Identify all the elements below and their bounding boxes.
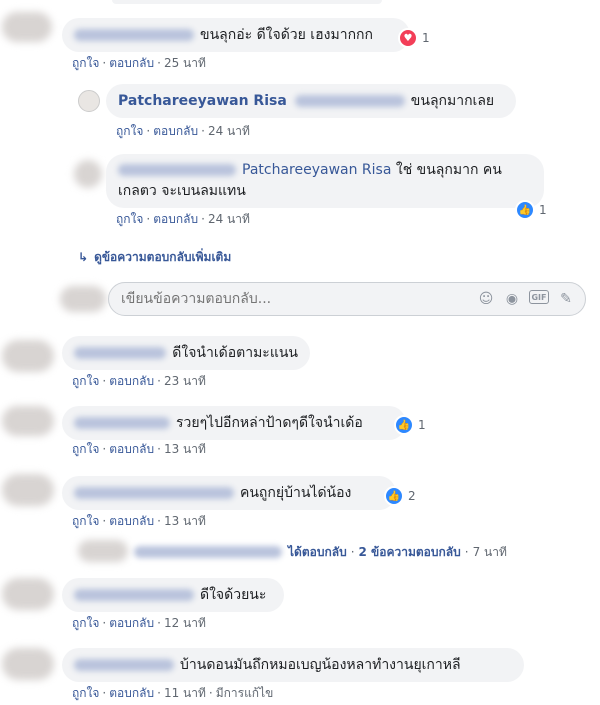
comment-actions: ถูกใจ · ตอบกลับ · 12 นาที xyxy=(72,616,206,630)
author-name[interactable]: Patchareeyawan Risa xyxy=(118,93,287,109)
avatar[interactable] xyxy=(78,540,128,562)
avatar[interactable] xyxy=(2,474,54,506)
emoji-icon[interactable]: ☺ xyxy=(477,290,495,308)
reply-arrow-icon: ↳ xyxy=(78,250,89,264)
like-link[interactable]: ถูกใจ xyxy=(116,124,143,138)
comment-text: ดีใจด้วยนะ xyxy=(200,587,267,603)
like-icon: 👍 xyxy=(394,415,414,435)
comment-actions: ถูกใจ · ตอบกลับ · 13 นาที xyxy=(72,514,206,528)
comment-text: รวยๆไปอีกหล่าป้าดๆดีใจนำเด้อ xyxy=(176,415,363,431)
reply-link[interactable]: ตอบกลับ xyxy=(109,442,154,456)
reply-bubble: Patchareeyawan Risa ขนลุกมากเลย xyxy=(106,84,516,118)
reaction-count[interactable]: 👍 1 xyxy=(515,200,547,220)
comment-actions: ถูกใจ · ตอบกลับ · 25 นาที xyxy=(72,56,206,70)
avatar[interactable] xyxy=(74,160,102,188)
avatar xyxy=(60,286,106,312)
timestamp[interactable]: 24 นาที xyxy=(208,212,250,226)
like-link[interactable]: ถูกใจ xyxy=(72,514,99,528)
like-link[interactable]: ถูกใจ xyxy=(72,686,99,700)
timestamp[interactable]: 24 นาที xyxy=(208,124,250,138)
comment-text: คนถูกยุ่บ้านได่น้อง xyxy=(240,485,352,501)
tagged-author[interactable]: Patchareeyawan Risa xyxy=(242,162,391,178)
camera-icon[interactable]: ◉ xyxy=(503,290,521,308)
reply-link[interactable]: ตอบกลับ xyxy=(153,124,198,138)
reply-link[interactable]: ตอบกลับ xyxy=(109,374,154,388)
reply-text: ใช่ ขนลุกมาก คน xyxy=(395,162,502,178)
reply-text: ขนลุกมากเลย xyxy=(410,93,495,109)
blurred-author-name[interactable] xyxy=(74,487,234,499)
love-icon: ♥ xyxy=(398,28,418,48)
reply-actions: ถูกใจ · ตอบกลับ · 24 นาที xyxy=(116,212,250,226)
reply-summary[interactable]: ได้ตอบกลับ · 2 ข้อความตอบกลับ · 7 นาที xyxy=(288,543,507,562)
reaction-count[interactable]: 👍 2 xyxy=(384,486,416,506)
gif-icon[interactable]: GIF xyxy=(529,290,549,304)
blurred-author-name[interactable] xyxy=(134,546,282,558)
reply-text-line2: เกลตว จะเบนลมแทน xyxy=(118,183,246,199)
reply-bubble: Patchareeyawan Risa ใช่ ขนลุกมาก คน เกลต… xyxy=(106,154,544,208)
reply-link[interactable]: ตอบกลับ xyxy=(109,686,154,700)
comment-bubble: ขนลุกอ่ะ ดีใจด้วย เฮงมากกก xyxy=(62,18,410,52)
avatar[interactable] xyxy=(2,340,54,372)
timestamp[interactable]: 12 นาที xyxy=(164,616,206,630)
comment-actions: ถูกใจ · ตอบกลับ · 13 นาที xyxy=(72,442,206,456)
previous-comment-bubble xyxy=(112,0,382,4)
comment-bubble: ดีใจด้วยนะ xyxy=(62,578,284,612)
timestamp[interactable]: 23 นาที xyxy=(164,374,206,388)
reply-link[interactable]: ตอบกลับ xyxy=(109,514,154,528)
comment-text: ขนลุกอ่ะ ดีใจด้วย เฮงมากกก xyxy=(200,27,373,43)
sticker-icon[interactable]: ✎ xyxy=(557,290,575,308)
avatar[interactable] xyxy=(78,90,100,112)
comment-bubble: บ้านดอนมันถึกหมอเบญน้องหลาทำงานยุเกาหลี xyxy=(62,648,524,682)
avatar[interactable] xyxy=(2,578,54,610)
blurred-tag[interactable] xyxy=(294,95,405,107)
more-replies-link[interactable]: ↳ ดูข้อความตอบกลับเพิ่มเติม xyxy=(78,248,231,267)
like-icon: 👍 xyxy=(515,200,535,220)
comment-actions: ถูกใจ · ตอบกลับ · 11 นาที · มีการแก้ไข xyxy=(72,686,274,700)
reply-input[interactable] xyxy=(119,290,477,308)
comment-bubble: รวยๆไปอีกหล่าป้าดๆดีใจนำเด้อ xyxy=(62,406,406,440)
like-link[interactable]: ถูกใจ xyxy=(72,442,99,456)
comment-text: ดีใจนำเด้อตามะแนน xyxy=(172,345,298,361)
timestamp[interactable]: 11 นาที xyxy=(164,686,206,700)
reply-actions: ถูกใจ · ตอบกลับ · 24 นาที xyxy=(116,124,250,138)
blurred-author-name[interactable] xyxy=(74,29,194,41)
comment-actions: ถูกใจ · ตอบกลับ · 23 นาที xyxy=(72,374,206,388)
comment-bubble: ดีใจนำเด้อตามะแนน xyxy=(62,336,310,370)
like-link[interactable]: ถูกใจ xyxy=(116,212,143,226)
blurred-author-name[interactable] xyxy=(74,659,174,671)
reply-link[interactable]: ตอบกลับ xyxy=(153,212,198,226)
blurred-author-name[interactable] xyxy=(74,589,194,601)
avatar[interactable] xyxy=(2,12,52,42)
comment-text: บ้านดอนมันถึกหมอเบญน้องหลาทำงานยุเกาหลี xyxy=(180,657,461,673)
avatar[interactable] xyxy=(2,648,54,680)
edited-label[interactable]: มีการแก้ไข xyxy=(216,686,274,700)
avatar[interactable] xyxy=(2,406,54,436)
reply-link[interactable]: ตอบกลับ xyxy=(109,56,154,70)
reply-link[interactable]: ตอบกลับ xyxy=(109,616,154,630)
like-link[interactable]: ถูกใจ xyxy=(72,374,99,388)
like-link[interactable]: ถูกใจ xyxy=(72,56,99,70)
blurred-author-name[interactable] xyxy=(74,347,167,359)
timestamp[interactable]: 13 นาที xyxy=(164,514,206,528)
comment-bubble: คนถูกยุ่บ้านได่น้อง xyxy=(62,476,396,510)
reply-composer[interactable]: ☺ ◉ GIF ✎ xyxy=(108,282,586,316)
timestamp[interactable]: 13 นาที xyxy=(164,442,206,456)
blurred-author-name[interactable] xyxy=(118,164,236,176)
reaction-count[interactable]: ♥ 1 xyxy=(398,28,430,48)
like-icon: 👍 xyxy=(384,486,404,506)
like-link[interactable]: ถูกใจ xyxy=(72,616,99,630)
timestamp[interactable]: 25 นาที xyxy=(164,56,206,70)
reaction-count[interactable]: 👍 1 xyxy=(394,415,426,435)
blurred-author-name[interactable] xyxy=(74,417,170,429)
